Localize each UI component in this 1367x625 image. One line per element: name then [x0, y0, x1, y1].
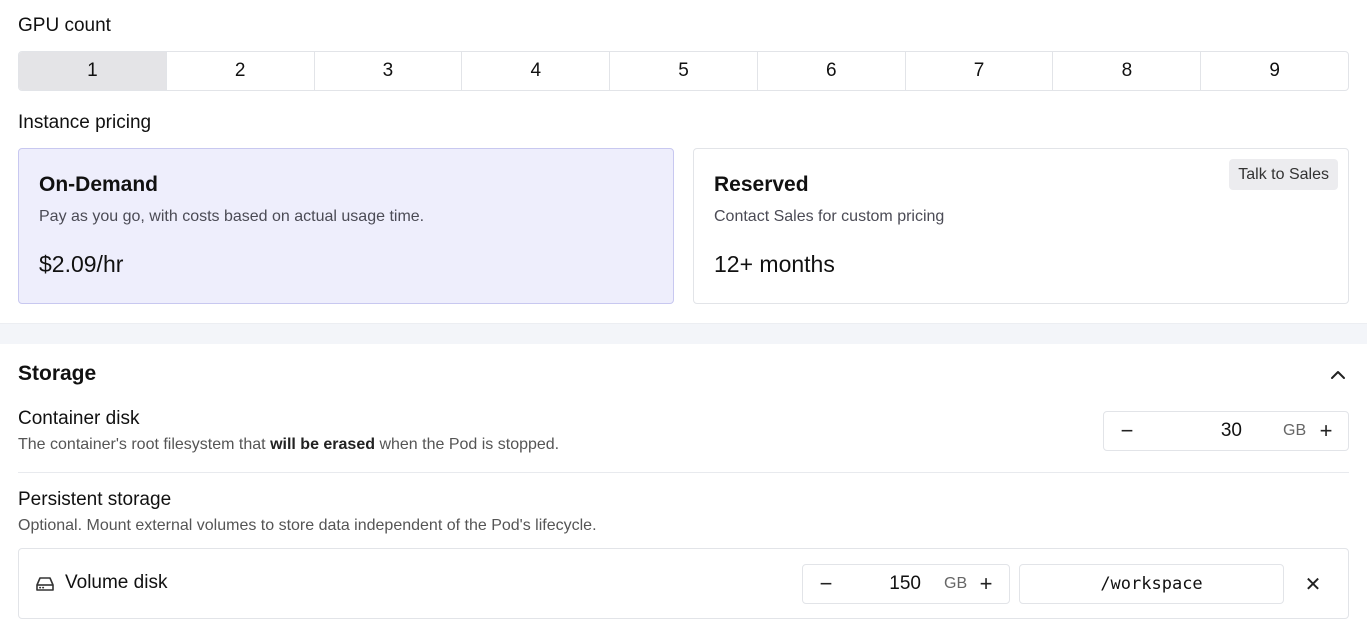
volume-disk-increment-button[interactable]: + — [968, 565, 1004, 603]
gpu-count-option-1[interactable]: 1 — [19, 52, 167, 90]
container-disk-unit: GB — [1283, 422, 1307, 439]
container-disk-stepper: − 30 GB + — [1103, 411, 1349, 451]
gpu-count-option-7[interactable]: 7 — [906, 52, 1054, 90]
row-divider — [18, 472, 1349, 473]
reserved-term: 12+ months — [714, 251, 835, 277]
gpu-count-option-2[interactable]: 2 — [167, 52, 315, 90]
gpu-count-option-6[interactable]: 6 — [758, 52, 906, 90]
instance-pricing-label: Instance pricing — [18, 112, 152, 133]
persistent-storage-title: Persistent storage — [18, 489, 172, 510]
chevron-up-icon[interactable] — [1327, 366, 1349, 384]
container-disk-title: Container disk — [18, 408, 140, 429]
section-separator — [0, 323, 1367, 344]
gpu-count-option-9[interactable]: 9 — [1201, 52, 1348, 90]
reserved-description: Contact Sales for custom pricing — [714, 208, 945, 225]
container-disk-increment-button[interactable]: + — [1308, 412, 1344, 450]
gpu-count-option-5[interactable]: 5 — [610, 52, 758, 90]
talk-to-sales-button[interactable]: Talk to Sales — [1229, 159, 1338, 190]
on-demand-description: Pay as you go, with costs based on actua… — [39, 208, 425, 225]
gpu-count-option-3[interactable]: 3 — [315, 52, 463, 90]
on-demand-title: On-Demand — [39, 173, 159, 196]
gpu-count-selector: 1 2 3 4 5 6 7 8 9 — [18, 51, 1349, 91]
volume-disk-stepper: − 150 GB + — [802, 564, 1010, 604]
container-disk-decrement-button[interactable]: − — [1109, 412, 1145, 450]
on-demand-card[interactable]: On-Demand Pay as you go, with costs base… — [18, 148, 674, 304]
hard-drive-icon — [36, 577, 54, 591]
container-disk-description: The container's root filesystem that wil… — [18, 436, 560, 453]
gpu-count-option-8[interactable]: 8 — [1053, 52, 1202, 90]
volume-disk-decrement-button[interactable]: − — [808, 565, 844, 603]
volume-disk-value[interactable]: 150 — [853, 565, 921, 603]
gpu-count-label: GPU count — [18, 15, 111, 36]
volume-disk-row: Volume disk − 150 GB + /workspace ✕ — [18, 548, 1349, 619]
reserved-title: Reserved — [714, 173, 809, 196]
container-disk-value[interactable]: 30 — [1164, 412, 1242, 450]
remove-volume-icon[interactable]: ✕ — [1301, 572, 1325, 596]
persistent-storage-description: Optional. Mount external volumes to stor… — [18, 517, 597, 534]
gpu-count-option-4[interactable]: 4 — [462, 52, 611, 90]
storage-section-title: Storage — [18, 362, 97, 385]
volume-disk-label: Volume disk — [65, 572, 168, 593]
on-demand-price: $2.09/hr — [39, 251, 124, 277]
volume-disk-unit: GB — [944, 575, 968, 592]
mount-path-input[interactable]: /workspace — [1019, 564, 1284, 604]
reserved-card[interactable]: Reserved Contact Sales for custom pricin… — [693, 148, 1349, 304]
